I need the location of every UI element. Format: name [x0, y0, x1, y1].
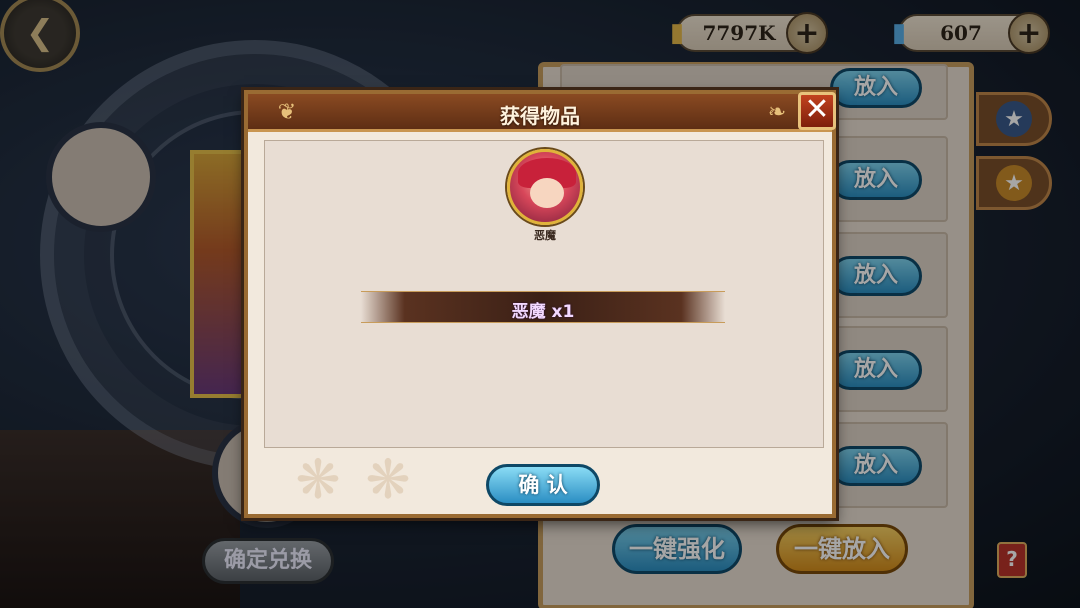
flourish-icon: ❋	[295, 448, 341, 511]
avatar-face	[530, 178, 564, 208]
flourish-icon: ❋	[365, 448, 411, 511]
confirm-button[interactable]: 确 认	[486, 464, 600, 506]
item-label: 恶魔 x1	[511, 302, 575, 322]
reward-dialog: ❦ 获得物品 ❧ 恶魔 恶魔 x1 ❋ ❋ 确 认	[244, 90, 836, 518]
item-name: 恶魔	[534, 229, 556, 242]
reward-content: 恶魔 恶魔 x1	[264, 140, 824, 448]
dialog-header: ❦ 获得物品 ❧	[248, 94, 832, 132]
item-ribbon: 恶魔 x1	[361, 291, 725, 323]
demon-avatar[interactable]	[507, 149, 583, 225]
close-icon[interactable]: ✕	[798, 92, 836, 130]
